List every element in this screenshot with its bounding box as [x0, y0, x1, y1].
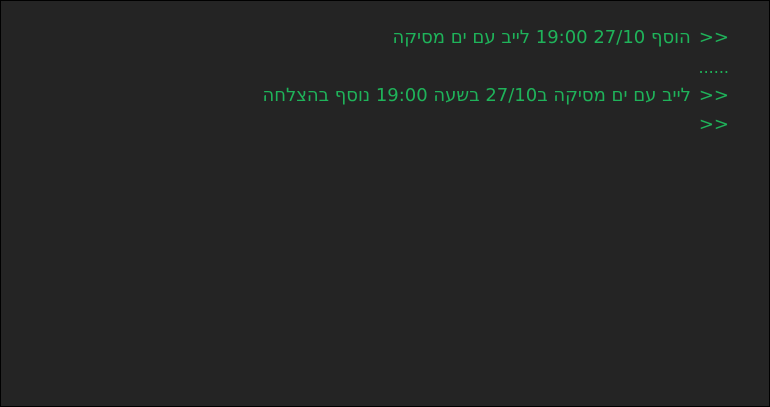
command-text: הוסף 27/10 19:00 לייב עם ים מסיקה	[392, 27, 691, 48]
result-text: לייב עם ים מסיקה ב27/10 בשעה 19:00 נוסף …	[262, 85, 691, 106]
terminal-line-input[interactable]: >>	[699, 114, 729, 136]
terminal-line-progress: ......	[698, 57, 729, 79]
terminal-prompt: >>	[698, 114, 729, 135]
terminal-prompt: >>	[698, 85, 729, 106]
progress-dots: ......	[698, 58, 729, 77]
terminal-line-result: >> לייב עם ים מסיקה ב27/10 בשעה 19:00 נוס…	[262, 85, 729, 107]
terminal-prompt: >>	[698, 27, 729, 48]
terminal-line-command: >> הוסף 27/10 19:00 לייב עם ים מסיקה	[393, 27, 729, 49]
terminal-window[interactable]: >> הוסף 27/10 19:00 לייב עם ים מסיקה ....…	[0, 0, 770, 407]
